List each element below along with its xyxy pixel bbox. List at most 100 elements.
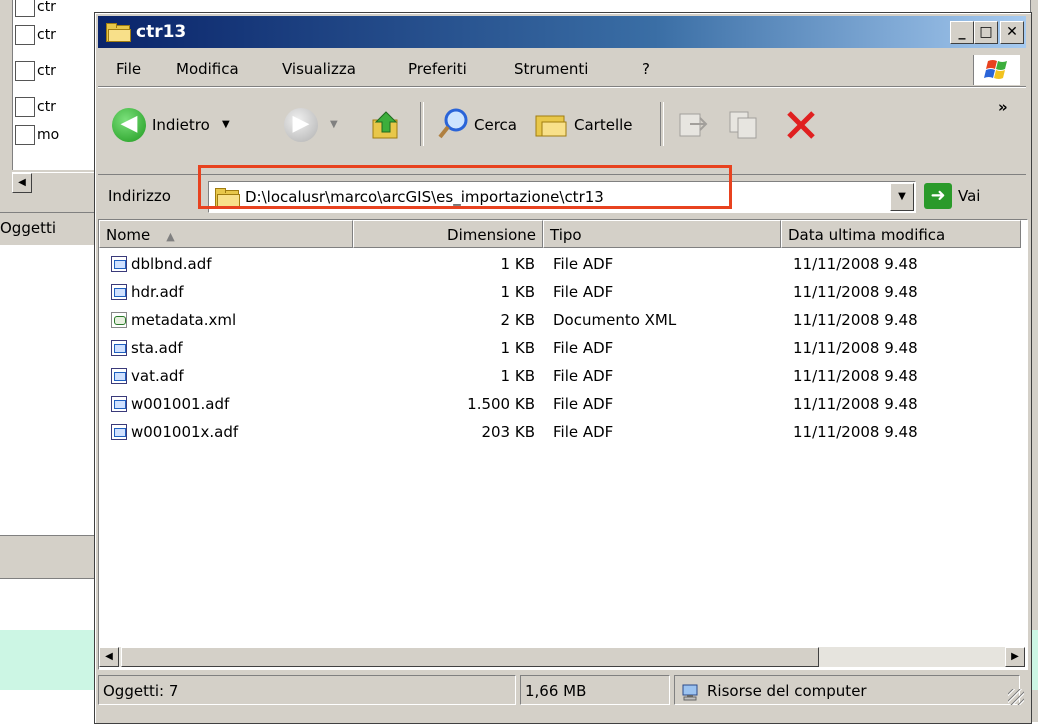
scrollbar-thumb[interactable] [121, 647, 819, 667]
adf-file-icon [111, 284, 127, 300]
adf-file-icon [111, 340, 127, 356]
background-grey-band [0, 535, 102, 579]
file-size: 1.500 KB [467, 395, 535, 413]
table-row[interactable]: sta.adf 1 KB File ADF 11/11/2008 9.48 [99, 334, 1025, 362]
close-button[interactable]: ✕ [1000, 21, 1024, 44]
status-bar: Oggetti: 7 1,66 MB Risorse del computer [98, 673, 1026, 709]
table-row[interactable]: metadata.xml 2 KB Documento XML 11/11/20… [99, 306, 1025, 334]
mxd-file-icon [15, 125, 35, 145]
search-icon[interactable] [436, 106, 472, 142]
back-button-label[interactable]: Indietro [152, 108, 210, 142]
explorer-window: ctr13 _ □ ✕ File Modifica Visualizza Pre… [94, 12, 1032, 724]
background-scrollbar[interactable]: ◀ [12, 172, 102, 193]
scroll-left-icon[interactable]: ◀ [12, 173, 32, 193]
scroll-left-icon[interactable]: ◀ [99, 647, 119, 667]
file-modified: 11/11/2008 9.48 [793, 311, 918, 329]
table-row[interactable]: vat.adf 1 KB File ADF 11/11/2008 9.48 [99, 362, 1025, 390]
table-row[interactable]: w001001x.adf 203 KB File ADF 11/11/2008 … [99, 418, 1025, 446]
background-row[interactable]: ctr [15, 0, 56, 18]
column-headers: Nome ▲ Dimensione Tipo Data ultima modifi… [99, 220, 1025, 250]
status-size: 1,66 MB [520, 675, 670, 705]
copy-to-icon[interactable] [728, 110, 762, 140]
folders-button-label[interactable]: Cartelle [574, 108, 633, 142]
file-modified: 11/11/2008 9.48 [793, 339, 918, 357]
address-dropdown-icon[interactable]: ▼ [890, 183, 914, 211]
file-list: Nome ▲ Dimensione Tipo Data ultima modifi… [98, 219, 1028, 670]
address-highlight-box [198, 165, 732, 209]
background-row[interactable]: mo [15, 124, 59, 146]
adf-file-icon [111, 256, 127, 272]
table-row[interactable]: w001001.adf 1.500 KB File ADF 11/11/2008… [99, 390, 1025, 418]
folders-icon[interactable] [534, 106, 568, 140]
window-title: ctr13 [136, 22, 187, 42]
file-type: File ADF [553, 283, 614, 301]
maximize-button[interactable]: □ [974, 21, 998, 44]
file-modified: 11/11/2008 9.48 [793, 255, 918, 273]
column-header-modified[interactable]: Data ultima modifica [781, 220, 1021, 248]
file-size: 1 KB [500, 255, 535, 273]
file-name: sta.adf [131, 339, 183, 357]
status-object-count: Oggetti: 7 [98, 675, 516, 705]
file-type: File ADF [553, 423, 614, 441]
file-type: File ADF [553, 395, 614, 413]
toolbar-overflow-button[interactable]: » [998, 98, 1008, 116]
back-dropdown-icon[interactable]: ▼ [222, 108, 230, 142]
shx-file-icon [15, 97, 35, 117]
horizontal-scrollbar[interactable]: ◀ ▶ [99, 647, 1025, 667]
file-type: File ADF [553, 255, 614, 273]
file-type: File ADF [553, 339, 614, 357]
file-name: w001001.adf [131, 395, 230, 413]
column-header-type[interactable]: Tipo [543, 220, 781, 248]
up-folder-icon[interactable] [370, 108, 404, 142]
background-row[interactable]: ctr [15, 24, 56, 46]
menu-visualizza[interactable]: Visualizza [282, 52, 356, 86]
shp-file-icon [15, 25, 35, 45]
sort-ascending-icon: ▲ [166, 230, 175, 243]
column-header-name[interactable]: Nome ▲ [99, 220, 353, 248]
forward-dropdown-icon[interactable]: ▼ [330, 108, 338, 142]
menu-file[interactable]: File [116, 52, 141, 86]
title-bar[interactable]: ctr13 _ □ ✕ [98, 16, 1026, 48]
file-name: w001001x.adf [131, 423, 239, 441]
file-name: vat.adf [131, 367, 184, 385]
column-header-size[interactable]: Dimensione [353, 220, 543, 248]
menu-help[interactable]: ? [642, 52, 650, 86]
move-to-icon[interactable] [676, 110, 710, 140]
address-label: Indirizzo [108, 187, 171, 205]
file-modified: 11/11/2008 9.48 [793, 367, 918, 385]
background-row[interactable]: ctr [15, 60, 56, 82]
file-modified: 11/11/2008 9.48 [793, 395, 918, 413]
shp-file-icon [15, 0, 35, 17]
scroll-right-icon[interactable]: ▶ [1005, 647, 1025, 667]
minimize-button[interactable]: _ [950, 21, 974, 44]
table-row[interactable]: dblbnd.adf 1 KB File ADF 11/11/2008 9.48 [99, 250, 1025, 278]
menu-modifica[interactable]: Modifica [176, 52, 239, 86]
delete-icon[interactable] [784, 108, 818, 142]
file-modified: 11/11/2008 9.48 [793, 283, 918, 301]
folder-icon [106, 23, 131, 42]
adf-file-icon [111, 368, 127, 384]
windows-logo-icon [973, 55, 1020, 85]
menu-bar: File Modifica Visualizza Preferiti Strum… [98, 52, 1026, 87]
background-row[interactable]: ctr [15, 96, 56, 118]
table-row[interactable]: hdr.adf 1 KB File ADF 11/11/2008 9.48 [99, 278, 1025, 306]
file-type: File ADF [553, 367, 614, 385]
menu-strumenti[interactable]: Strumenti [514, 52, 588, 86]
toolbar: ◀ Indietro ▼ ▶ ▼ Cerca Cartelle » [98, 87, 1026, 175]
resize-grip-icon[interactable] [1008, 689, 1024, 705]
file-size: 1 KB [500, 283, 535, 301]
search-button-label[interactable]: Cerca [474, 108, 517, 142]
file-size: 1 KB [500, 339, 535, 357]
go-button-label[interactable]: Vai [958, 175, 980, 217]
adf-file-icon [111, 396, 127, 412]
separator [420, 102, 424, 146]
go-arrow-icon[interactable]: ➜ [924, 183, 952, 209]
back-arrow-icon[interactable]: ◀ [112, 108, 146, 142]
forward-arrow-icon[interactable]: ▶ [284, 108, 318, 142]
file-name: metadata.xml [131, 311, 237, 329]
menu-preferiti[interactable]: Preferiti [408, 52, 467, 86]
computer-icon [681, 681, 699, 701]
file-name: hdr.adf [131, 283, 184, 301]
status-location: Risorse del computer [674, 675, 1020, 705]
file-modified: 11/11/2008 9.48 [793, 423, 918, 441]
